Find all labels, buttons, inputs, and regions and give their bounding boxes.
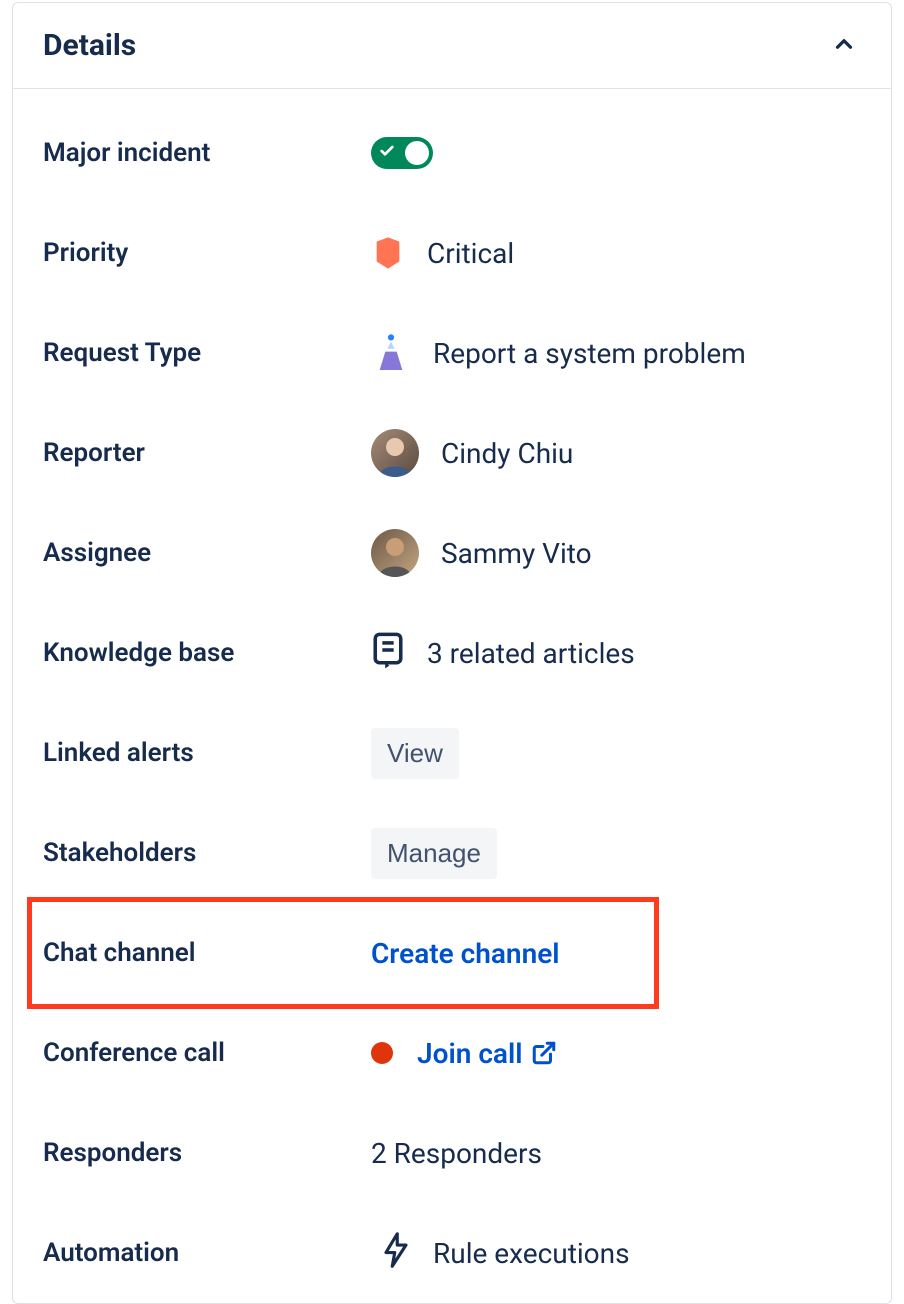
- field-label: Knowledge base: [43, 638, 371, 668]
- flask-icon: [371, 333, 411, 373]
- field-priority: Priority Critical: [43, 203, 861, 303]
- external-link-icon: [531, 1040, 557, 1066]
- field-conference-call: Conference call Join call: [43, 1003, 861, 1103]
- reporter-value[interactable]: Cindy Chiu: [371, 429, 573, 477]
- field-major-incident: Major incident: [43, 103, 861, 203]
- field-stakeholders: Stakeholders Manage: [43, 803, 861, 903]
- major-incident-toggle[interactable]: [371, 137, 433, 169]
- details-title: Details: [43, 28, 136, 63]
- knowledge-base-text: 3 related articles: [427, 637, 635, 670]
- field-reporter: Reporter Cindy Chiu: [43, 403, 861, 503]
- field-linked-alerts: Linked alerts View: [43, 703, 861, 803]
- reporter-name: Cindy Chiu: [441, 437, 573, 470]
- details-header[interactable]: Details: [13, 3, 891, 89]
- join-call-text: Join call: [417, 1037, 523, 1070]
- automation-text: Rule executions: [433, 1237, 630, 1270]
- lightning-icon: [381, 1231, 411, 1276]
- field-chat-channel: Chat channel Create channel: [43, 903, 861, 1003]
- responders-text: 2 Responders: [371, 1137, 542, 1170]
- field-label: Assignee: [43, 538, 371, 568]
- responders-value[interactable]: 2 Responders: [371, 1137, 542, 1170]
- field-responders: Responders 2 Responders: [43, 1103, 861, 1203]
- field-request-type: Request Type Report a system problem: [43, 303, 861, 403]
- knowledge-base-value[interactable]: 3 related articles: [371, 631, 635, 676]
- priority-value[interactable]: Critical: [371, 236, 514, 270]
- collapse-button[interactable]: [827, 27, 861, 64]
- request-type-value[interactable]: Report a system problem: [371, 333, 746, 373]
- field-assignee: Assignee Sammy Vito: [43, 503, 861, 603]
- field-label: Reporter: [43, 438, 371, 468]
- field-label: Responders: [43, 1138, 371, 1168]
- field-label: Conference call: [43, 1038, 371, 1068]
- toggle-knob: [405, 141, 429, 165]
- details-fields: Major incident Priority Critical Request…: [13, 89, 891, 1303]
- assignee-value[interactable]: Sammy Vito: [371, 529, 592, 577]
- live-indicator-icon: [371, 1042, 393, 1064]
- view-alerts-button[interactable]: View: [371, 728, 459, 779]
- request-type-text: Report a system problem: [433, 337, 746, 370]
- assignee-name: Sammy Vito: [441, 537, 592, 570]
- field-label: Stakeholders: [43, 838, 371, 868]
- field-label: Major incident: [43, 138, 371, 168]
- priority-text: Critical: [427, 237, 514, 270]
- field-label: Priority: [43, 238, 371, 268]
- details-panel: Details Major incident Priority Critical: [12, 2, 892, 1304]
- field-knowledge-base: Knowledge base 3 related articles: [43, 603, 861, 703]
- priority-critical-icon: [371, 236, 405, 270]
- field-label: Automation: [43, 1238, 371, 1268]
- join-call-link[interactable]: Join call: [417, 1037, 557, 1070]
- automation-value[interactable]: Rule executions: [371, 1231, 630, 1276]
- field-label: Request Type: [43, 338, 371, 368]
- field-automation: Automation Rule executions: [43, 1203, 861, 1303]
- field-label: Chat channel: [43, 938, 371, 968]
- manage-stakeholders-button[interactable]: Manage: [371, 828, 497, 879]
- avatar: [371, 529, 419, 577]
- chevron-up-icon: [831, 31, 857, 57]
- article-icon: [371, 631, 405, 676]
- avatar: [371, 429, 419, 477]
- field-label: Linked alerts: [43, 738, 371, 768]
- create-channel-link[interactable]: Create channel: [371, 937, 560, 970]
- check-icon: [379, 143, 395, 163]
